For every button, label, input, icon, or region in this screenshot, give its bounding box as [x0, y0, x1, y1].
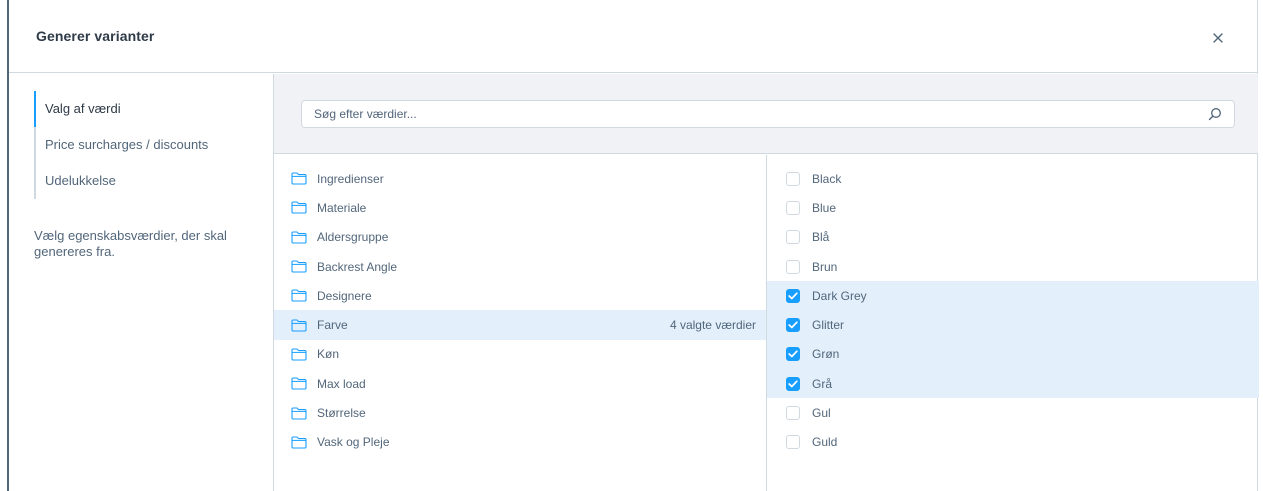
value-checkbox[interactable] [786, 435, 800, 450]
check-icon [788, 292, 798, 300]
modal-content: Ingredienser Materiale Aldersgruppe Backres… [273, 74, 1259, 491]
group-row[interactable]: Aldersgruppe [274, 223, 766, 252]
modal-title: Generer varianter [36, 28, 155, 44]
group-label: Backrest Angle [317, 259, 398, 274]
group-label: Max load [317, 376, 366, 391]
modal-sidebar: Valg af værdi Price surcharges / discoun… [9, 74, 273, 491]
check-icon [788, 380, 798, 388]
selected-count: 4 valgte værdier [669, 318, 756, 333]
group-label: Aldersgruppe [317, 230, 389, 245]
group-row[interactable]: Ingredienser [274, 164, 766, 193]
group-label: Designere [317, 288, 372, 303]
value-row[interactable]: Grøn [767, 339, 1259, 370]
folder-icon [291, 406, 307, 420]
folder-icon [291, 348, 307, 361]
value-row[interactable]: Brun [767, 252, 1259, 281]
folder-icon [291, 231, 307, 244]
value-label: Blue [812, 200, 837, 215]
folder-icon [291, 436, 307, 449]
value-checkbox[interactable] [786, 376, 800, 391]
folder-icon [291, 289, 307, 302]
value-row[interactable]: Blue [767, 193, 1259, 222]
value-label: Grøn [812, 347, 840, 362]
modal-header: Generer varianter [9, 0, 1257, 73]
folder-icon [291, 319, 307, 332]
value-label: Gul [812, 406, 831, 421]
generate-variants-modal: Generer varianter Valg af værdi Price su… [9, 0, 1259, 491]
value-checkbox[interactable] [786, 406, 800, 421]
value-label: Blå [812, 230, 830, 245]
value-label: Glitter [812, 318, 845, 333]
value-checkbox[interactable] [786, 288, 800, 303]
value-label: Black [812, 171, 842, 186]
group-row[interactable]: Køn [274, 340, 766, 369]
group-row[interactable]: Designere [274, 281, 766, 310]
search-box [301, 100, 1235, 128]
value-label: Dark Grey [812, 288, 867, 303]
group-label: Størrelse [317, 406, 366, 421]
value-checkbox[interactable] [786, 230, 800, 245]
sidebar-help-text: Vælg egenskabsværdier, der skal generere… [34, 228, 227, 259]
tab-price-surcharges[interactable]: Price surcharges / discounts [36, 127, 208, 163]
value-row[interactable]: Grå [767, 369, 1259, 399]
folder-icon [291, 172, 307, 185]
value-row[interactable]: Blå [767, 223, 1259, 252]
value-checkbox[interactable] [786, 171, 800, 186]
group-row[interactable]: Farve 4 valgte værdier [274, 310, 766, 340]
group-label: Vask og Pleje [317, 435, 390, 450]
value-row[interactable]: Glitter [767, 310, 1259, 340]
tab-value-selection[interactable]: Valg af værdi [34, 91, 208, 127]
search-icon[interactable] [1208, 107, 1222, 121]
group-label: Materiale [317, 200, 367, 215]
group-label: Køn [317, 347, 340, 362]
property-value-list: Black Blue Blå Brun Dark Grey Glitter Grøn Grå G… [767, 164, 1259, 457]
value-label: Guld [812, 435, 838, 450]
close-icon [1213, 33, 1223, 43]
group-label: Ingredienser [317, 171, 384, 186]
check-icon [788, 350, 798, 358]
check-icon [788, 321, 798, 329]
close-button[interactable] [1213, 33, 1225, 45]
group-row[interactable]: Max load [274, 369, 766, 398]
folder-icon [291, 260, 307, 273]
value-checkbox[interactable] [786, 200, 800, 215]
value-label: Grå [812, 376, 833, 391]
search-input[interactable] [302, 101, 1234, 127]
value-row[interactable]: Guld [767, 428, 1259, 457]
group-row[interactable]: Størrelse [274, 398, 766, 427]
sidebar-tabs: Valg af værdi Price surcharges / discoun… [34, 91, 208, 199]
group-row[interactable]: Backrest Angle [274, 252, 766, 281]
value-checkbox[interactable] [786, 318, 800, 333]
group-row[interactable]: Vask og Pleje [274, 428, 766, 457]
folder-icon [291, 377, 307, 390]
value-checkbox[interactable] [786, 347, 800, 362]
tab-exclusion[interactable]: Udelukkelse [36, 163, 208, 199]
folder-icon [291, 201, 307, 214]
value-row[interactable]: Dark Grey [767, 281, 1259, 311]
value-checkbox[interactable] [786, 259, 800, 274]
search-area [274, 74, 1258, 154]
group-label: Farve [317, 318, 348, 333]
value-label: Brun [812, 259, 838, 274]
value-row[interactable]: Gul [767, 398, 1259, 427]
value-row[interactable]: Black [767, 164, 1259, 193]
property-group-list: Ingredienser Materiale Aldersgruppe Backres… [274, 164, 766, 457]
group-row[interactable]: Materiale [274, 193, 766, 222]
